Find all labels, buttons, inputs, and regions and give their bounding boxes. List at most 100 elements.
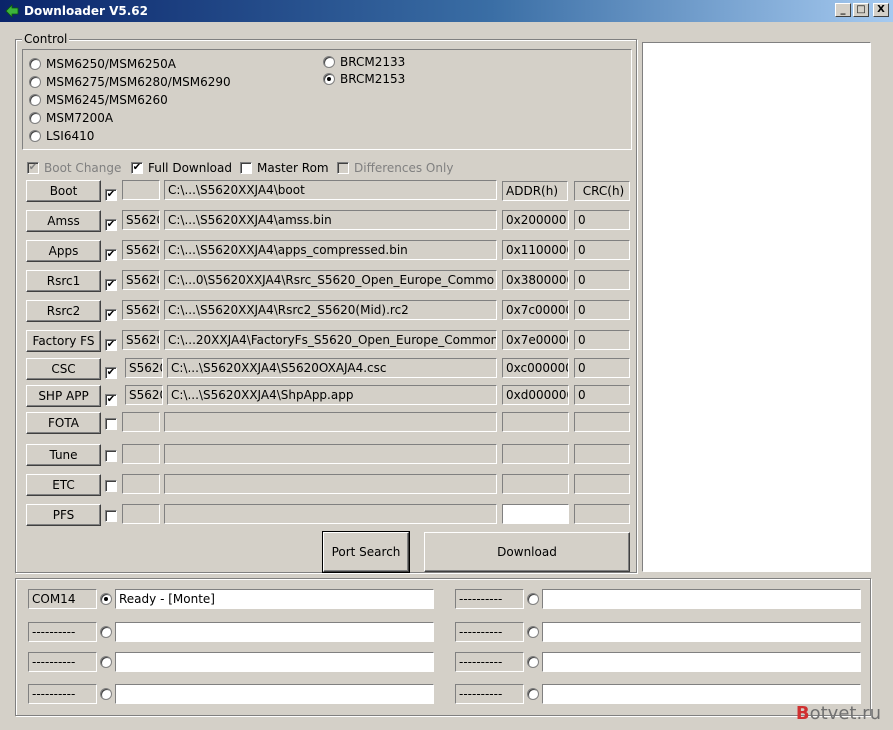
maximize-button[interactable]: □ <box>853 3 869 17</box>
radio-button[interactable] <box>527 656 539 668</box>
checkbox[interactable] <box>105 450 117 462</box>
row-checkbox[interactable] <box>105 450 117 465</box>
row-checkbox[interactable]: ✔ <box>105 186 117 201</box>
checkbox[interactable]: ✔ <box>105 279 117 291</box>
file-type-button[interactable]: ETC <box>26 474 101 496</box>
radio-button[interactable] <box>29 76 41 88</box>
row-checkbox[interactable] <box>105 418 117 433</box>
checkbox[interactable]: ✔ <box>105 309 117 321</box>
checkbox[interactable] <box>105 418 117 430</box>
file-path-field[interactable]: C:\...\S5620XXJA4\S5620OXAJA4.csc <box>167 358 497 378</box>
addr-field[interactable]: 0x1100000 <box>502 240 569 260</box>
checkbox[interactable]: ✔ <box>105 249 117 261</box>
checkbox[interactable] <box>105 510 117 522</box>
chipset-option[interactable]: BRCM2153 <box>323 71 405 87</box>
file-path-field[interactable]: C:\...\S5620XXJA4\boot <box>164 180 497 200</box>
file-path-field[interactable]: C:\...\S5620XXJA4\ShpApp.app <box>167 385 497 405</box>
minimize-button[interactable]: _ <box>835 3 851 17</box>
file-type-button[interactable]: CSC <box>26 358 101 380</box>
radio-button[interactable] <box>100 593 112 605</box>
addr-field[interactable]: 0x7c00000 <box>502 300 569 320</box>
file-type-button[interactable]: Apps <box>26 240 101 262</box>
radio-button[interactable] <box>527 593 539 605</box>
checkbox[interactable]: ✔ <box>105 394 117 406</box>
radio-button[interactable] <box>100 688 112 700</box>
addr-field[interactable] <box>502 474 569 494</box>
file-path-field[interactable] <box>164 504 497 524</box>
row-checkbox[interactable]: ✔ <box>105 246 117 261</box>
file-type-button[interactable]: SHP APP <box>26 385 101 407</box>
row-checkbox[interactable]: ✔ <box>105 364 117 379</box>
row-checkbox[interactable]: ✔ <box>105 306 117 321</box>
model-field: S5620 <box>122 330 160 350</box>
addr-field[interactable]: 0x200000 <box>502 210 569 230</box>
close-button[interactable]: X <box>873 3 889 17</box>
file-type-button[interactable]: PFS <box>26 504 101 526</box>
window-title: Downloader V5.62 <box>24 4 149 18</box>
radio-button[interactable] <box>100 656 112 668</box>
row-checkbox[interactable]: ✔ <box>105 391 117 406</box>
file-path-field[interactable]: C:\...\S5620XXJA4\apps_compressed.bin <box>164 240 497 260</box>
option-checkbox[interactable]: Master Rom <box>240 160 329 176</box>
row-checkbox[interactable]: ✔ <box>105 336 117 351</box>
chipset-option[interactable]: LSI6410 <box>29 128 94 144</box>
checkbox[interactable]: ✔ <box>105 219 117 231</box>
row-checkbox[interactable] <box>105 510 117 525</box>
addr-field[interactable] <box>502 504 569 524</box>
file-type-button[interactable]: Rsrc1 <box>26 270 101 292</box>
row-checkbox[interactable] <box>105 480 117 495</box>
addr-field[interactable]: 0xd000000 <box>502 385 569 405</box>
radio-button[interactable] <box>527 688 539 700</box>
crc-field: 0 <box>574 300 630 320</box>
option-checkbox[interactable]: ✔ Full Download <box>131 160 232 176</box>
file-path-field[interactable]: C:\...20XXJA4\FactoryFs_S5620_Open_Europ… <box>164 330 497 350</box>
file-type-button[interactable]: Rsrc2 <box>26 300 101 322</box>
file-path-field[interactable]: C:\...\S5620XXJA4\Rsrc2_S5620(Mid).rc2 <box>164 300 497 320</box>
chipset-option[interactable]: MSM6275/MSM6280/MSM6290 <box>29 74 231 90</box>
chipset-label: MSM6275/MSM6280/MSM6290 <box>46 75 231 89</box>
chipset-option[interactable]: MSM7200A <box>29 110 113 126</box>
title-bar[interactable]: Downloader V5.62 _ □ X <box>0 0 893 22</box>
file-type-button[interactable]: Boot <box>26 180 101 202</box>
checkbox[interactable] <box>105 480 117 492</box>
addr-field[interactable] <box>502 412 569 432</box>
checkbox[interactable]: ✔ <box>105 367 117 379</box>
radio-button[interactable] <box>29 112 41 124</box>
file-type-button[interactable]: Factory FS <box>26 330 101 352</box>
checkbox[interactable]: ✔ <box>105 189 117 201</box>
addr-field[interactable] <box>502 444 569 464</box>
download-button[interactable]: Download <box>424 532 630 572</box>
radio-button[interactable] <box>29 94 41 106</box>
radio-button[interactable] <box>323 56 335 68</box>
radio-button[interactable] <box>29 58 41 70</box>
crc-field: 0 <box>574 385 630 405</box>
crc-field: 0 <box>574 270 630 290</box>
addr-field[interactable]: 0x7e00000 <box>502 330 569 350</box>
addr-field[interactable]: 0x3800000 <box>502 270 569 290</box>
log-area[interactable] <box>642 42 871 572</box>
port-name-field: ---------- <box>28 622 97 642</box>
radio-button[interactable] <box>323 73 335 85</box>
file-path-field[interactable] <box>164 412 497 432</box>
file-path-field[interactable] <box>164 444 497 464</box>
chipset-option[interactable]: MSM6250/MSM6250A <box>29 56 176 72</box>
radio-button[interactable] <box>527 626 539 638</box>
file-path-field[interactable]: C:\...\S5620XXJA4\amss.bin <box>164 210 497 230</box>
file-type-button[interactable]: Amss <box>26 210 101 232</box>
checkbox[interactable] <box>240 162 252 174</box>
file-type-button[interactable]: FOTA <box>26 412 101 434</box>
radio-button[interactable] <box>100 626 112 638</box>
chipset-option[interactable]: BRCM2133 <box>323 54 405 70</box>
radio-button[interactable] <box>29 130 41 142</box>
file-path-field[interactable] <box>164 474 497 494</box>
addr-field[interactable]: 0xc0000000 <box>502 358 569 378</box>
row-checkbox[interactable]: ✔ <box>105 276 117 291</box>
port-search-button[interactable]: Port Search <box>322 531 410 573</box>
chipset-option[interactable]: MSM6245/MSM6260 <box>29 92 168 108</box>
row-checkbox[interactable]: ✔ <box>105 216 117 231</box>
checkbox[interactable]: ✔ <box>131 162 143 174</box>
checkbox[interactable]: ✔ <box>105 339 117 351</box>
crc-field: 0 <box>574 358 630 378</box>
file-path-field[interactable]: C:\...0\S5620XXJA4\Rsrc_S5620_Open_Europ… <box>164 270 497 290</box>
file-type-button[interactable]: Tune <box>26 444 101 466</box>
